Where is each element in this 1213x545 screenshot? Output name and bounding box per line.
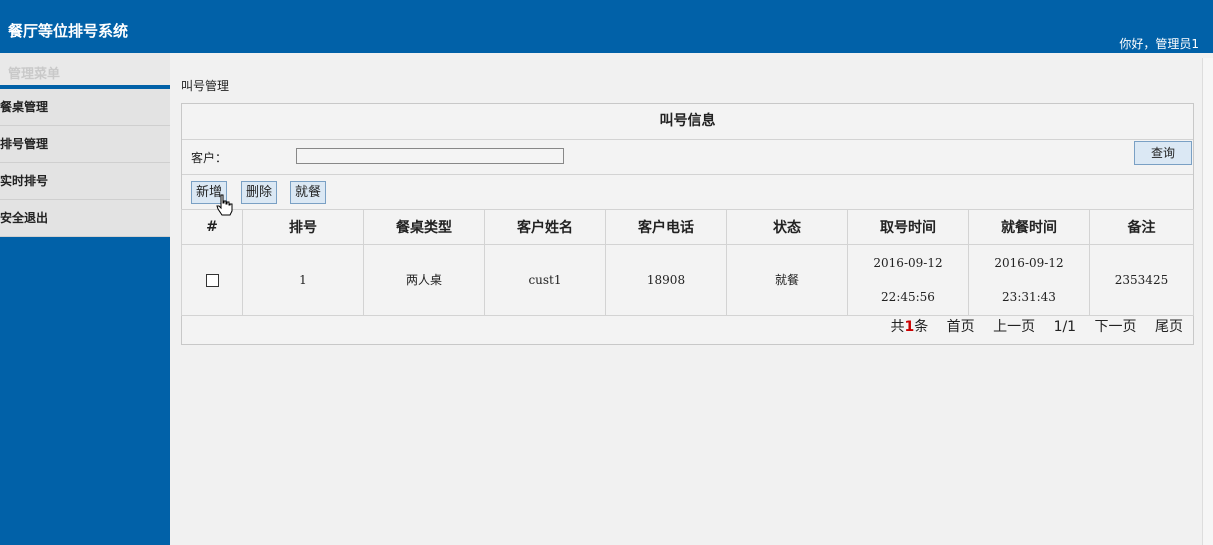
cell-customer-name: cust1 [484,244,606,316]
page-scrollbar[interactable] [1202,58,1213,545]
dine-button[interactable]: 就餐 [290,181,327,204]
pagination: 共1条 首页 上一页 1/1 下一页 尾页 [876,316,1183,336]
sidebar-menu: 餐桌管理 排号管理 实时排号 安全退出 [0,89,170,237]
sidebar-item-realtime-queue[interactable]: 实时排号 [0,163,170,200]
app-title: 餐厅等位排号系统 [8,22,129,40]
user-greeting: 你好，管理员1 [1119,37,1199,51]
query-button[interactable]: 查询 [1134,141,1192,165]
prev-page-link[interactable]: 上一页 [993,319,1035,335]
customer-label: 客户： [191,151,228,165]
dine-date: 2016-09-12 [994,256,1064,270]
page-indicator: 1/1 [1053,319,1077,335]
sidebar-item-table-management[interactable]: 餐桌管理 [0,89,170,126]
sidebar-item-logout[interactable]: 安全退出 [0,200,170,237]
col-header-table-type: 餐桌类型 [363,209,485,245]
customer-search-input[interactable] [296,148,564,164]
delete-button[interactable]: 删除 [241,181,278,204]
take-time: 22:45:56 [881,290,935,304]
action-toolbar: 新增 删除 就餐 [182,175,1193,212]
take-date: 2016-09-12 [873,256,943,270]
cell-number: 1 [242,244,364,316]
menu-header-label: 管理菜单 [8,67,61,82]
cell-table-type: 两人桌 [363,244,485,316]
sidebar: 管理菜单 餐桌管理 排号管理 实时排号 安全退出 [0,53,170,545]
col-header-customer-phone: 客户电话 [605,209,727,245]
main-content: 叫号管理 叫号信息 客户： 查询 新增 删除 就餐 # 排号 餐桌类型 客户姓名… [175,60,1197,545]
col-header-number: 排号 [242,209,364,245]
queue-table: # 排号 餐桌类型 客户姓名 客户电话 状态 取号时间 就餐时间 备注 1 两人… [181,209,1194,316]
cell-customer-phone: 18908 [605,244,727,316]
total-number: 1 [904,319,915,335]
sidebar-item-queue-management[interactable]: 排号管理 [0,126,170,163]
breadcrumb: 叫号管理 [181,79,230,93]
total-count: 共1条 [890,319,928,335]
col-header-take-time: 取号时间 [847,209,969,245]
col-header-status: 状态 [726,209,848,245]
menu-header: 管理菜单 [0,53,170,87]
next-page-link[interactable]: 下一页 [1095,319,1137,335]
table-header-row: # 排号 餐桌类型 客户姓名 客户电话 状态 取号时间 就餐时间 备注 [181,209,1194,245]
cell-take-time: 2016-09-12 22:45:56 [847,244,969,316]
total-suffix: 条 [914,319,929,335]
col-header-dine-time: 就餐时间 [968,209,1090,245]
col-header-customer-name: 客户姓名 [484,209,606,245]
col-header-index: # [181,209,243,245]
search-row: 客户： 查询 [182,140,1193,175]
top-bar: 餐厅等位排号系统 你好，管理员1 [0,0,1213,53]
col-header-note: 备注 [1089,209,1194,245]
panel-title: 叫号信息 [182,104,1193,140]
cell-dine-time: 2016-09-12 23:31:43 [968,244,1090,316]
row-checkbox[interactable] [205,274,219,287]
call-number-panel: 叫号信息 客户： 查询 新增 删除 就餐 # 排号 餐桌类型 客户姓名 客户电话… [181,103,1194,345]
cell-note: 2353425 [1089,244,1194,316]
dine-time: 23:31:43 [1002,290,1056,304]
cell-status: 就餐 [726,244,848,316]
hand-cursor-icon [216,194,233,216]
last-page-link[interactable]: 尾页 [1155,319,1183,335]
row-select-cell [181,244,243,316]
total-prefix: 共 [890,319,905,335]
first-page-link[interactable]: 首页 [947,319,975,335]
table-row: 1 两人桌 cust1 18908 就餐 2016-09-12 22:45:56… [181,244,1194,316]
